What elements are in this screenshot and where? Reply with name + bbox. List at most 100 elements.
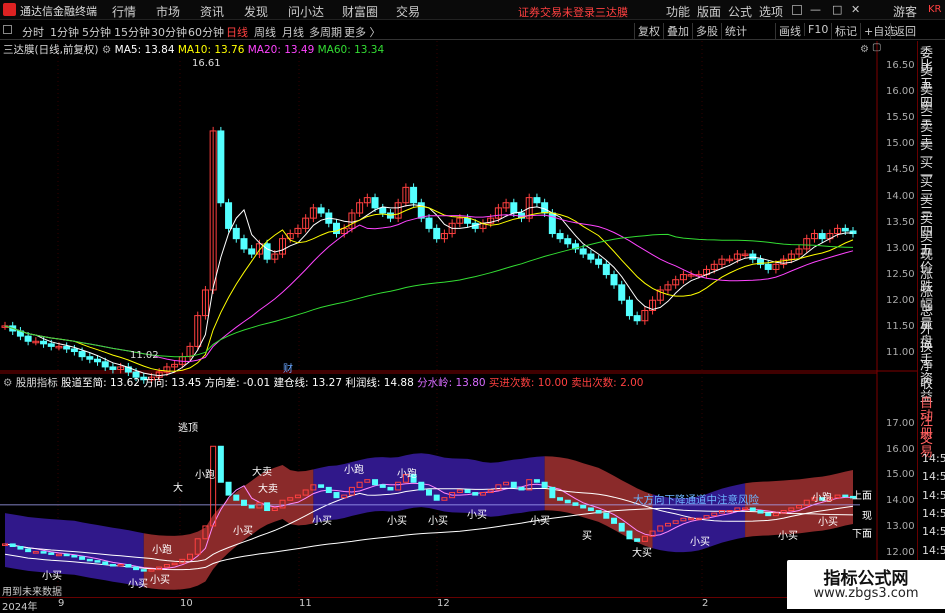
app-title: 通达信金融终端 bbox=[20, 5, 97, 18]
side-panel-item[interactable]: 14:5 bbox=[922, 525, 945, 538]
sub-candle bbox=[765, 512, 772, 517]
label-da: 大 bbox=[173, 483, 183, 494]
menu-jiaoyi[interactable]: 交易 bbox=[396, 3, 420, 20]
period-weekly[interactable]: 周线 bbox=[254, 24, 276, 40]
btn-tongji[interactable]: 统计 bbox=[721, 23, 747, 39]
menu-xuanxiang[interactable]: 选项 bbox=[759, 3, 783, 20]
btn-huaxian[interactable]: 画线 bbox=[775, 23, 801, 39]
sub-legend: ⚙ 股朋指标 股道至简: 13.62 方向: 13.45 方向差: -0.01 … bbox=[3, 375, 643, 390]
label-xiaopao-2: 小跑 bbox=[344, 465, 364, 476]
candle-body bbox=[587, 253, 595, 260]
window-restore-icon[interactable] bbox=[792, 5, 802, 15]
btn-duogu[interactable]: 多股 bbox=[692, 23, 718, 39]
candle-body bbox=[24, 335, 32, 342]
quote-side-panel: KR 委比 卖五 卖四 卖三 卖二 卖一 买一 买二 买三 买四 买五 现价 涨跌 涨幅 总量 外盘 换手 净资 收益… bbox=[917, 4, 945, 609]
settings-gear-icon[interactable]: ⚙ bbox=[860, 44, 869, 55]
close-icon[interactable]: ✕ bbox=[851, 3, 860, 16]
x-tick-11: 11 bbox=[299, 598, 312, 609]
x-tick-12: 12 bbox=[437, 598, 450, 609]
main-y-tick: 12.50 bbox=[886, 268, 915, 280]
btn-biaoji[interactable]: 标记 bbox=[831, 23, 857, 39]
candle-body bbox=[410, 186, 418, 204]
candle-body bbox=[464, 217, 472, 224]
side-panel-item[interactable]: KR bbox=[928, 3, 942, 16]
menu-gongneng[interactable]: 功能 bbox=[666, 3, 690, 20]
label-xian: 现 bbox=[862, 511, 872, 522]
minimize-icon[interactable]: — bbox=[810, 3, 821, 16]
btn-fanhui[interactable]: 返回 bbox=[890, 23, 916, 39]
sub-candle bbox=[318, 484, 325, 488]
collapse-icon[interactable]: ▢ bbox=[872, 42, 881, 53]
candle-body bbox=[602, 263, 610, 276]
sub-candle bbox=[634, 538, 641, 542]
candle-body bbox=[248, 248, 256, 255]
main-y-tick: 13.00 bbox=[886, 242, 915, 254]
btn-fuquan[interactable]: 复权 bbox=[634, 23, 660, 39]
period-multi[interactable]: 多周期 bbox=[309, 24, 342, 40]
sub-legend-gear-icon[interactable]: ⚙ bbox=[3, 377, 12, 389]
menu-zixun[interactable]: 资讯 bbox=[200, 3, 224, 20]
sub-candle bbox=[464, 489, 471, 494]
sub-candle bbox=[217, 445, 224, 483]
kline-chart[interactable] bbox=[0, 41, 917, 609]
period-monthly[interactable]: 月线 bbox=[282, 24, 304, 40]
side-panel-item[interactable]: 14:5 bbox=[922, 489, 945, 502]
label-xiaomai-5: 小买 bbox=[467, 510, 487, 521]
candle-body bbox=[818, 233, 826, 240]
candle-body bbox=[764, 263, 772, 270]
label-xiamian: 下面 bbox=[852, 529, 872, 540]
sub-candle bbox=[333, 492, 340, 499]
user-label[interactable]: 游客 bbox=[893, 3, 917, 20]
main-y-tick: 12.00 bbox=[886, 294, 915, 306]
btn-diejia[interactable]: 叠加 bbox=[663, 23, 689, 39]
login-warning[interactable]: 证券交易未登录 bbox=[518, 4, 595, 20]
menu-hangqing[interactable]: 行情 bbox=[112, 3, 136, 20]
x-tick-2: 2 bbox=[702, 598, 709, 609]
finance-marker[interactable]: 财 bbox=[283, 360, 293, 375]
sub-y-tick: 14.00 bbox=[886, 495, 915, 507]
sub-candle bbox=[618, 522, 625, 532]
candle-body bbox=[109, 366, 117, 370]
maximize-icon[interactable]: □ bbox=[832, 3, 842, 16]
sub-candle bbox=[140, 569, 147, 572]
menu-bar: 通达信金融终端 行情 市场 资讯 发现 问小达 财富圈 交易 证券交易未登录 三… bbox=[0, 0, 945, 20]
menu-faxian[interactable]: 发现 bbox=[244, 3, 268, 20]
period-5min[interactable]: 5分钟 bbox=[82, 24, 111, 40]
side-panel-item[interactable]: 14:5 bbox=[922, 507, 945, 520]
sub-y-tick: 15.00 bbox=[886, 469, 915, 481]
period-15min[interactable]: 15分钟 bbox=[114, 24, 150, 40]
period-daily[interactable]: 日线 bbox=[226, 24, 248, 40]
period-1min[interactable]: 1分钟 bbox=[50, 24, 79, 40]
side-panel-item[interactable]: 14:5 bbox=[922, 452, 945, 465]
menu-wenxiaoda[interactable]: 问小达 bbox=[288, 3, 324, 20]
side-panel-item[interactable]: 14:5 bbox=[922, 544, 945, 557]
period-more[interactable]: 更多 〉 bbox=[344, 24, 381, 40]
legend-ma60: MA60: 13.34 bbox=[317, 44, 385, 56]
period-fenshi[interactable]: 分时 bbox=[22, 24, 44, 40]
side-panel-item[interactable]: 14:5 bbox=[922, 470, 945, 483]
menu-shichang[interactable]: 市场 bbox=[156, 3, 180, 20]
candle-body bbox=[94, 358, 102, 363]
btn-f10[interactable]: F10 bbox=[804, 23, 828, 36]
legend-gear-icon[interactable]: ⚙ bbox=[102, 44, 111, 56]
main-y-tick: 14.50 bbox=[886, 164, 915, 176]
label-mai: 买 bbox=[582, 531, 592, 542]
x-year: 2024年 bbox=[2, 602, 38, 613]
candle-body bbox=[633, 315, 641, 322]
layout-icon[interactable] bbox=[3, 25, 12, 34]
candle-body bbox=[371, 197, 379, 209]
period-60min[interactable]: 60分钟 bbox=[188, 24, 224, 40]
sub-legend-d: 建仓线: 13.27 bbox=[273, 377, 342, 389]
sub-candle bbox=[587, 507, 594, 512]
app-logo-icon bbox=[3, 3, 16, 16]
menu-banmian[interactable]: 版面 bbox=[697, 3, 721, 20]
label-channel-warning: 大方向下降通道中注意风险 bbox=[633, 494, 759, 506]
candle-body bbox=[70, 348, 78, 353]
candle-body bbox=[217, 130, 225, 204]
period-30min[interactable]: 30分钟 bbox=[151, 24, 187, 40]
period-toolbar: 分时 1分钟 5分钟 15分钟 30分钟 60分钟 日线 周线 月线 多周期 更… bbox=[0, 21, 945, 40]
sub-candle bbox=[426, 489, 432, 496]
menu-gongshi[interactable]: 公式 bbox=[728, 3, 752, 20]
sub-candle bbox=[325, 486, 332, 494]
menu-caifuquan[interactable]: 财富圈 bbox=[342, 3, 378, 20]
